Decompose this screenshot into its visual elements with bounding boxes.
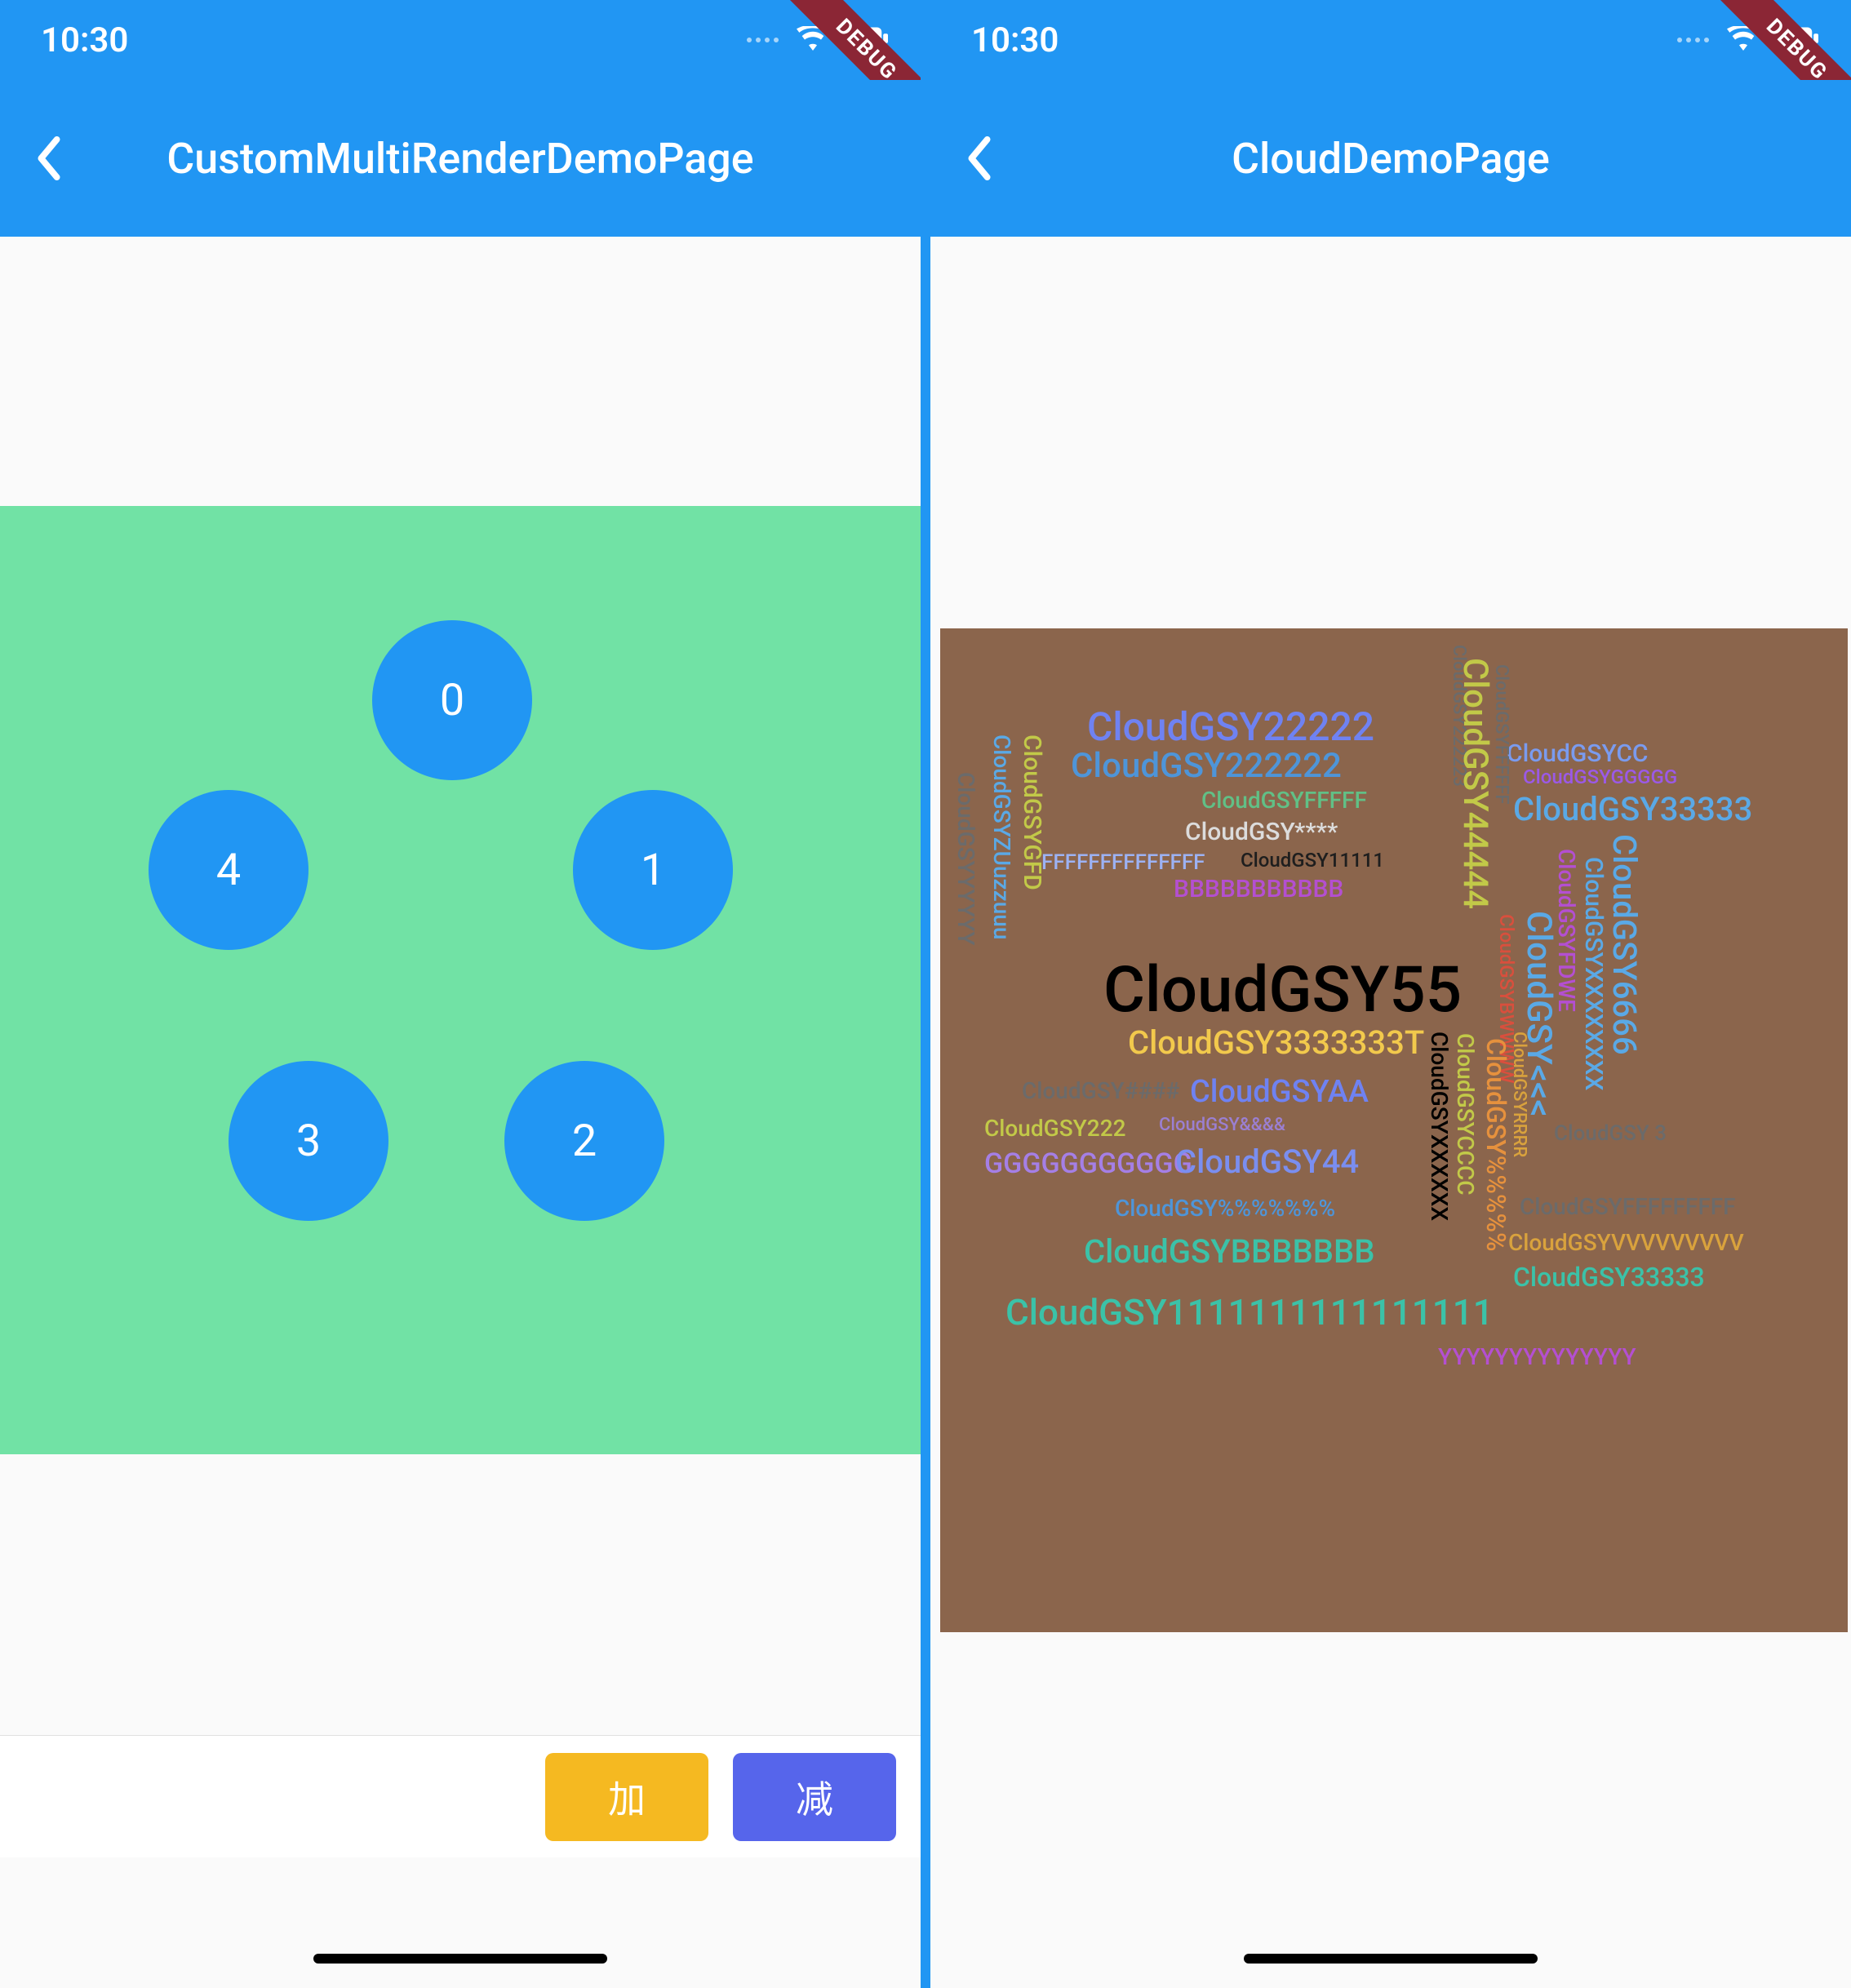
cloud-word: CloudGSYVVVVVVVVV [1508,1229,1744,1256]
cloud-word: CloudGSY**** [1185,818,1338,846]
cloud-word: CloudGSY#### [1022,1077,1179,1104]
battery-icon [1771,26,1818,54]
page-title: CustomMultiRenderDemoPage [24,134,896,184]
cloud-word: CloudGSYFDWE [1553,849,1580,1012]
phone-divider [921,0,930,1988]
cloud-word: CloudGSYZUuzzuuu [988,734,1015,939]
cloud-word: CloudGSYCC [1507,739,1649,768]
content-area: CloudGSY55CloudGSY22222CloudGSY222222Clo… [930,237,1851,1988]
signal-dots-icon [1677,38,1709,42]
battery-icon [841,26,888,54]
cloud-word: CloudGSY33333 [1513,790,1752,828]
cloud-word: FFFFFFFFFFFFFF [1041,850,1205,875]
page-title: CloudDemoPage [955,134,1827,184]
cloud-word: CloudGSYXXXXXXXX [1579,857,1608,1090]
node-0[interactable]: 0 [372,620,532,780]
cloud-word: CloudGSY3333333T [1128,1023,1424,1062]
cloud-word: BBBBBBBBBBB [1174,875,1343,903]
cloud-word: CloudGSYYYYYY [952,772,979,946]
cloud-word: CloudGSY&&&& [1159,1115,1285,1135]
node-4[interactable]: 4 [149,790,308,950]
phone-right: DEBUG 10:30 CloudDemoPage CloudGSY55Clou… [930,0,1851,1988]
cloud-word: CloudGSYFFFFFFFFF [1520,1193,1736,1220]
cloud-word: CloudGSY222222 [1071,746,1342,786]
cloud-word: CloudGSY22222 [1087,703,1374,750]
app-bar: CloudDemoPage [930,80,1851,237]
status-icons [747,26,888,54]
cloud-word: CloudGSY 3 [1554,1121,1667,1146]
wifi-icon [797,26,829,54]
node-3[interactable]: 3 [229,1061,388,1221]
cloud-word: CloudGSYFFFFF [1201,787,1367,814]
cloud-word: YYYYYYYYYYYYYY [1438,1343,1636,1370]
cloud-word: CloudGSY11111 [1241,849,1384,872]
cloud-word: CloudGSY55 [1103,953,1462,1027]
word-cloud-panel: CloudGSY55CloudGSY22222CloudGSY222222Clo… [940,628,1848,1632]
home-indicator [313,1954,607,1964]
phone-left: DEBUG 10:30 CustomMultiRenderDemoPage 0 … [0,0,921,1988]
clock-label: 10:30 [41,20,128,60]
node-2[interactable]: 2 [504,1061,664,1221]
cloud-word: CloudGSY%%%%% [1480,1038,1511,1252]
cloud-word: CloudGSY6666 [1605,834,1644,1055]
status-bar: 10:30 [0,0,921,80]
status-bar: 10:30 [930,0,1851,80]
cloud-word: CloudGSYRRRR [1509,1032,1529,1157]
signal-dots-icon [747,38,779,42]
content-area: 0 1 2 3 4 加 减 [0,237,921,1988]
cloud-word: CloudGSYAA [1190,1074,1369,1110]
cloud-word: CloudGSY1111111111111111 [1005,1291,1494,1333]
cloud-word: CloudGSYBBBBBBB [1084,1232,1374,1271]
cloud-word: CloudGSYGFD [1018,734,1046,890]
cloud-word: GGGGGGGGGGG [984,1147,1192,1180]
clock-label: 10:30 [971,20,1059,60]
status-icons [1677,26,1818,54]
cloud-word: CloudGSY222 [984,1115,1126,1142]
subtract-button[interactable]: 减 [733,1753,896,1841]
cloud-word: CloudGSY44444 [1455,658,1495,909]
cloud-word: CloudGSY33333 [1513,1262,1705,1293]
node-1[interactable]: 1 [573,790,733,950]
cloud-word: CloudGSY44 [1175,1143,1359,1181]
add-button[interactable]: 加 [545,1753,708,1841]
cloud-word: CloudGSY%%%%%%% [1115,1195,1335,1222]
cloud-word: CloudGSYCCCC [1452,1033,1479,1196]
render-panel: 0 1 2 3 4 [0,506,921,1454]
bottom-toolbar: 加 减 [0,1735,921,1857]
cloud-word: CloudGSYGGGGG [1523,765,1677,788]
home-indicator [1244,1954,1538,1964]
wifi-icon [1727,26,1760,54]
cloud-word: CloudGSYXXXXXX [1426,1032,1453,1221]
app-bar: CustomMultiRenderDemoPage [0,80,921,237]
